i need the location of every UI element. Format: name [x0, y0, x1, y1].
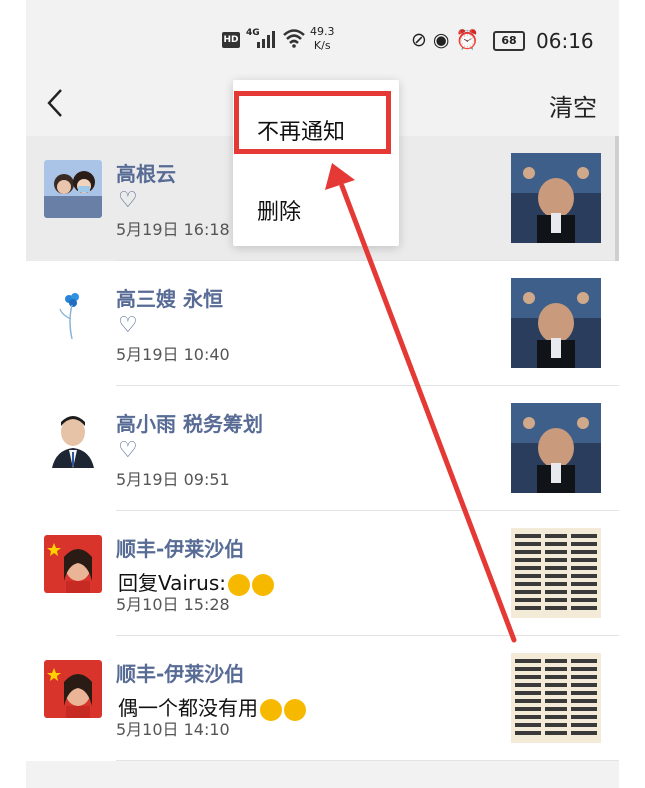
user-name[interactable]: 高三嫂 永恒	[116, 283, 223, 312]
avatar	[44, 660, 102, 718]
hd-icon: HD	[222, 32, 240, 48]
right-margin	[619, 0, 645, 788]
timestamp: 5月19日 10:40	[116, 345, 230, 364]
left-margin	[0, 0, 26, 788]
post-thumbnail[interactable]	[511, 403, 601, 493]
avatar	[44, 410, 102, 468]
user-name[interactable]: 高小雨 税务筹划	[116, 408, 263, 437]
user-name[interactable]: 顺丰-伊莱沙伯	[116, 533, 244, 562]
rofl-emoji-icon	[260, 698, 282, 721]
alarm-icon: ⏰	[455, 29, 486, 51]
clock: 06:16	[536, 29, 594, 53]
timestamp: 5月19日 16:18	[116, 220, 230, 239]
highlight-box	[234, 91, 391, 154]
clear-button[interactable]: 清空	[549, 88, 597, 123]
speed-unit: K/s	[313, 39, 331, 52]
post-thumbnail[interactable]	[511, 528, 601, 618]
post-thumbnail[interactable]	[511, 278, 601, 368]
avatar	[44, 535, 102, 593]
avatar	[44, 160, 102, 218]
heart-icon: ♡	[118, 438, 138, 463]
list-item[interactable]: 顺丰-伊莱沙伯 回复Vairus: 5月10日 15:28	[26, 511, 619, 636]
post-thumbnail[interactable]	[511, 653, 601, 743]
network-speed: 49.3 K/s	[310, 25, 335, 53]
scrollbar[interactable]	[615, 136, 619, 261]
battery-icon: 68	[493, 31, 525, 51]
list-item[interactable]: 高三嫂 永恒 ♡ 5月19日 10:40	[26, 261, 619, 386]
timestamp: 5月10日 14:10	[116, 720, 230, 739]
timestamp: 5月10日 15:28	[116, 595, 230, 614]
timestamp: 5月19日 09:51	[116, 470, 230, 489]
status-icons: ⊘◉⏰	[411, 28, 485, 51]
divider	[116, 760, 619, 761]
speed-value: 49.3	[310, 25, 335, 38]
list-item[interactable]: 顺丰-伊莱沙伯 偶一个都没有用 5月10日 14:10	[26, 636, 619, 761]
grin-emoji-icon	[252, 573, 274, 596]
heart-icon: ♡	[118, 188, 138, 213]
grin-emoji-icon	[228, 573, 250, 596]
eye-icon: ◉	[432, 29, 456, 51]
menu-item-delete[interactable]: 删除	[257, 194, 301, 226]
user-name[interactable]: 高根云	[116, 158, 176, 187]
chevron-left-icon[interactable]	[44, 86, 66, 129]
user-name[interactable]: 顺丰-伊莱沙伯	[116, 658, 244, 687]
heart-icon: ♡	[118, 313, 138, 338]
post-thumbnail[interactable]	[511, 153, 601, 243]
list-item[interactable]: 高小雨 税务筹划 ♡ 5月19日 09:51	[26, 386, 619, 511]
phone-screen: HD 4G 49.3 K/s ⊘◉⏰ 68 06:16 清空 高根云 ♡ 5月1…	[26, 0, 619, 788]
rofl-emoji-icon	[284, 698, 306, 721]
wifi-icon	[283, 29, 305, 48]
nfc-icon: ⊘	[411, 29, 433, 51]
status-bar: HD 4G 49.3 K/s ⊘◉⏰ 68 06:16	[26, 0, 619, 80]
signal-icon	[257, 31, 275, 48]
avatar	[44, 285, 102, 343]
